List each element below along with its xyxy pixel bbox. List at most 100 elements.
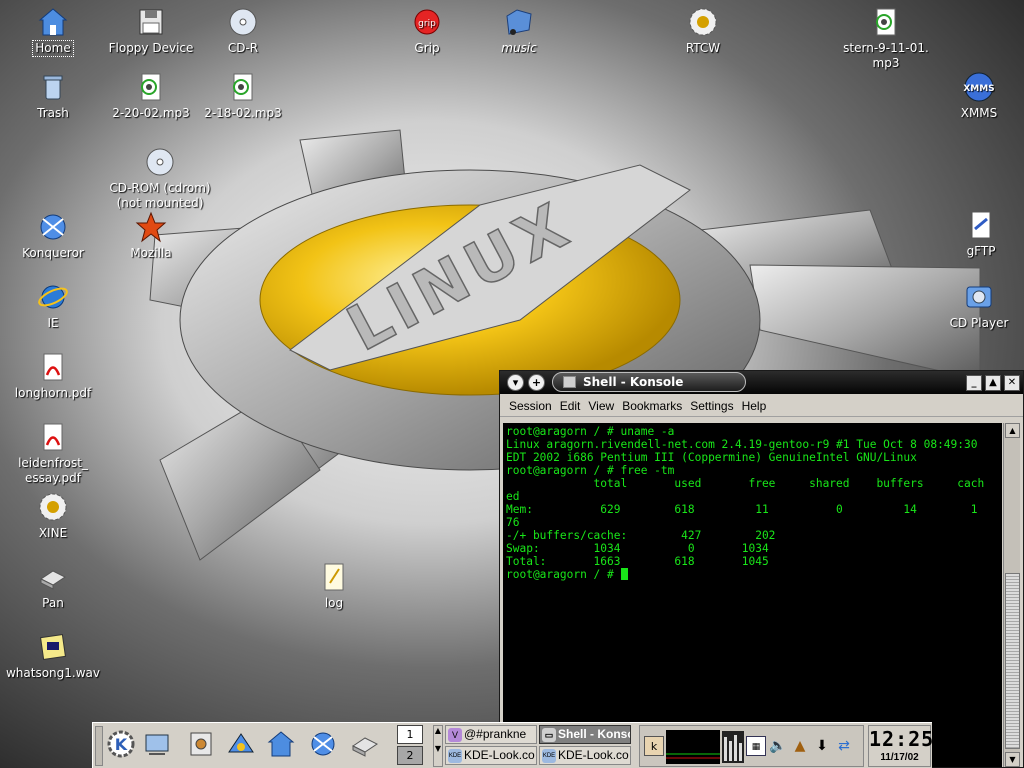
calendar-icon[interactable]: ▦ [746, 736, 766, 756]
task-button-chat[interactable]: V @#prankne [445, 725, 537, 744]
desktop-icon-ie[interactable]: IE [3, 281, 103, 331]
desktop-icon-label: RTCW [685, 41, 721, 55]
desktop-icon-xine[interactable]: XINE [3, 491, 103, 541]
window-title-text: Shell - Konsole [583, 375, 684, 389]
desktop-icon-label: Grip [414, 41, 440, 55]
desktop-access-button[interactable] [141, 728, 173, 760]
scroll-down-arrow-icon[interactable]: ▼ [1005, 752, 1020, 767]
terminal-scrollbar[interactable]: ▲ ▼ [1003, 423, 1020, 767]
terminal-line: Total: 1663 618 1045 [506, 555, 769, 568]
kde-look-icon: KDE [448, 749, 462, 763]
desktop-icon-konqueror[interactable]: Konqueror [3, 211, 103, 261]
desktop-icon-label: leidenfrost_ essay.pdf [18, 456, 88, 485]
desktop-icon-mp3-2[interactable]: 2-18-02.mp3 [193, 71, 293, 121]
maximize-button[interactable]: ▲ [985, 375, 1001, 391]
text-file-icon [324, 563, 344, 591]
panel-clock[interactable]: 12:25 11/17/02 [868, 725, 933, 767]
kde-panel: K 1 2 ▲ ▼ V @#prankne ▭ Shell - Konso KDE KD… [92, 722, 933, 768]
terminal-line: total used free shared buffers cach [506, 477, 985, 490]
panel-hide-handle[interactable] [95, 726, 103, 766]
terminal-line: 76 [506, 516, 520, 529]
pager-desktop-2[interactable]: 2 [397, 746, 423, 765]
konqueror-launcher-button[interactable] [307, 728, 339, 760]
task-button-konsole[interactable]: ▭ Shell - Konso [539, 725, 631, 744]
desktop-icon-label: whatsong1.wav [5, 666, 100, 680]
trash-icon [43, 75, 63, 100]
menu-help[interactable]: Help [738, 395, 771, 413]
audio-file-icon [876, 8, 896, 36]
desktop-icon-gftp[interactable]: gFTP [931, 209, 1024, 259]
kde-logo-icon: K [107, 730, 135, 758]
svg-text:K: K [115, 735, 128, 754]
desktop-icon-label: Konqueror [22, 246, 84, 260]
volume-speaker-icon[interactable]: 🔈 [768, 736, 788, 756]
desktop-icon-trash[interactable]: Trash [3, 71, 103, 121]
desktop-icon-label: 2-18-02.mp3 [204, 106, 282, 120]
battery-icon[interactable]: ▲ [790, 736, 810, 756]
sticky-button[interactable]: + [528, 374, 545, 391]
desktop-icon-log[interactable]: log [284, 561, 384, 611]
minimize-button[interactable]: _ [966, 375, 982, 391]
cpu-load-graph-icon[interactable] [666, 730, 720, 764]
window-titlebar[interactable]: ▾ + Shell - Konsole _ ▲ ✕ [500, 371, 1023, 394]
desktop-icon-stern[interactable]: stern-9-11-01. mp3 [836, 6, 936, 71]
kde-look-icon: KDE [542, 749, 556, 763]
korn-mail-icon[interactable]: k [644, 736, 664, 756]
desktop-icon-leidenfrost-pdf[interactable]: leidenfrost_ essay.pdf [3, 421, 103, 486]
desktop-icon-floppy[interactable]: Floppy Device [101, 6, 201, 56]
menu-edit[interactable]: Edit [556, 395, 585, 413]
svg-text:XMMS: XMMS [963, 84, 994, 94]
memory-bars-icon[interactable] [722, 731, 744, 763]
svg-text:grip: grip [418, 19, 436, 29]
scroll-up-arrow-icon[interactable]: ▲ [1005, 423, 1020, 438]
scrollbar-thumb[interactable] [1005, 573, 1020, 749]
close-button[interactable]: ✕ [1004, 375, 1020, 391]
menu-session[interactable]: Session [500, 395, 556, 413]
desktop-icon-label: Pan [42, 596, 64, 610]
menu-settings[interactable]: Settings [686, 395, 737, 413]
chat-app-icon: V [448, 728, 462, 742]
control-center-button[interactable] [185, 728, 217, 760]
network-icon[interactable]: ⇄ [834, 736, 854, 756]
desktop-icon-cdrom[interactable]: CD-ROM (cdrom) (not mounted) [101, 146, 219, 211]
desktop-icon-label: log [324, 596, 344, 610]
text-cursor [620, 568, 628, 580]
desktop-icon-label: CD Player [949, 316, 1009, 330]
pager-desktop-1[interactable]: 1 [397, 725, 423, 744]
desktop-icon-label: IE [47, 316, 59, 330]
rtcw-icon [689, 8, 717, 36]
menu-bookmarks[interactable]: Bookmarks [618, 395, 686, 413]
desktop-icon-cdr[interactable]: CD-R [193, 6, 293, 56]
desktop-icon-mozilla[interactable]: Mozilla [101, 211, 201, 261]
home-folder-button[interactable] [265, 728, 297, 760]
desktop-icon-music[interactable]: music [469, 6, 569, 56]
xmms-icon: XMMS [963, 72, 995, 102]
k-menu-button[interactable]: K [105, 728, 137, 760]
desktop-icon-home[interactable]: Home [3, 6, 103, 57]
taskbar-scroll-icon[interactable]: ▲ ▼ [433, 725, 443, 767]
window-title: Shell - Konsole [552, 372, 746, 392]
audio-file-icon [141, 73, 161, 101]
terminal-output[interactable]: root@aragorn / # uname -a Linux aragorn.r… [503, 423, 1002, 767]
desktop-icon-pan[interactable]: Pan [3, 561, 103, 611]
download-icon[interactable]: ⬇ [812, 736, 832, 756]
menu-view[interactable]: View [584, 395, 618, 413]
folder-music-icon [506, 9, 532, 35]
konsole-window[interactable]: ▾ + Shell - Konsole _ ▲ ✕ Session Edit View B… [499, 370, 1024, 768]
help-button[interactable] [225, 728, 257, 760]
desktop-icon-whatsong[interactable]: whatsong1.wav [3, 631, 103, 681]
window-menu-button[interactable]: ▾ [507, 374, 524, 391]
desktop-icon-xmms[interactable]: XMMS XMMS [929, 71, 1024, 121]
desktop-icon-label: music [501, 41, 537, 55]
desktop-icon-label: 2-20-02.mp3 [112, 106, 190, 120]
desktop-icon-mp3-1[interactable]: 2-20-02.mp3 [101, 71, 201, 121]
task-button-kde-look-1[interactable]: KDE KDE-Look.co [445, 746, 537, 765]
desktop-icon-cdplayer[interactable]: CD Player [929, 281, 1024, 331]
task-button-kde-look-2[interactable]: KDE KDE-Look.co [539, 746, 631, 765]
konqueror-icon [40, 214, 66, 240]
konqueror-icon [311, 732, 335, 756]
desktop-icon-rtcw[interactable]: RTCW [653, 6, 753, 56]
desktop-icon-grip[interactable]: grip Grip [377, 6, 477, 56]
desktop-icon-longhorn-pdf[interactable]: longhorn.pdf [3, 351, 103, 401]
kmail-launcher-button[interactable] [349, 728, 381, 760]
